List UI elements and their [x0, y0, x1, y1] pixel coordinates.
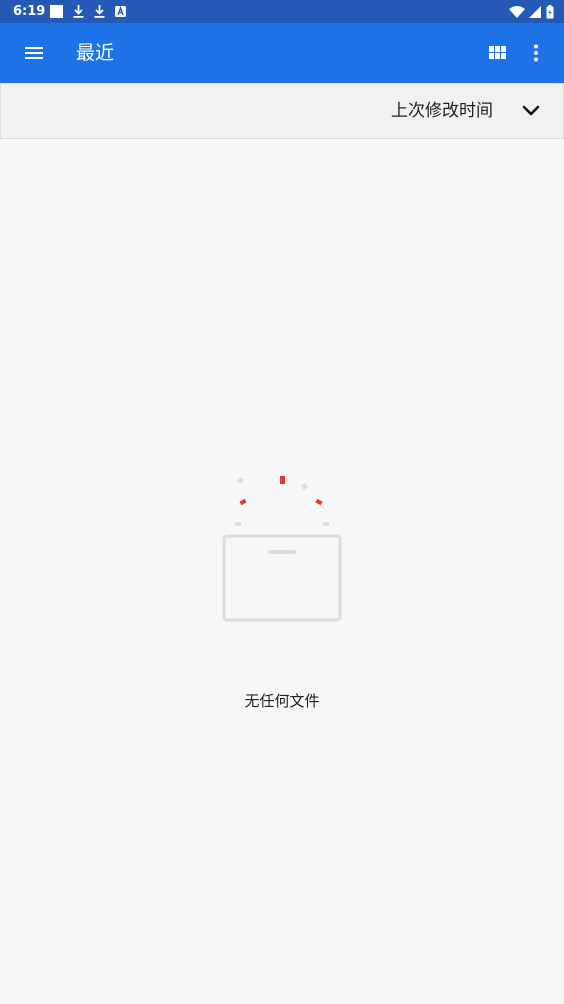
download-icon — [94, 5, 105, 18]
a-notification-icon — [115, 5, 126, 17]
chevron-down-icon — [522, 105, 540, 116]
empty-state-message: 无任何文件 — [244, 692, 320, 710]
hamburger-menu-icon — [25, 47, 43, 59]
system-icons — [509, 4, 554, 19]
cell-signal-icon — [529, 5, 541, 18]
notification-icons — [49, 4, 127, 19]
page-title: 最近 — [76, 42, 115, 64]
sort-toggle-button[interactable] — [511, 93, 551, 129]
sort-bar: 上次修改时间 — [0, 83, 564, 139]
more-vert-icon — [534, 44, 538, 62]
menu-button[interactable] — [14, 33, 54, 73]
sort-label[interactable]: 上次修改时间 — [391, 99, 493, 123]
status-bar: 6:19 — [0, 0, 564, 23]
status-time: 6:19 — [13, 4, 46, 19]
download-icon — [73, 5, 84, 18]
wifi-icon — [509, 5, 525, 18]
app-bar: 最近 — [0, 23, 564, 83]
battery-icon — [546, 4, 554, 18]
grid-view-icon — [488, 46, 506, 59]
grid-view-button[interactable] — [478, 33, 516, 73]
square-notification-icon — [50, 5, 63, 18]
more-options-button[interactable] — [520, 33, 552, 73]
empty-box-icon — [222, 476, 342, 622]
